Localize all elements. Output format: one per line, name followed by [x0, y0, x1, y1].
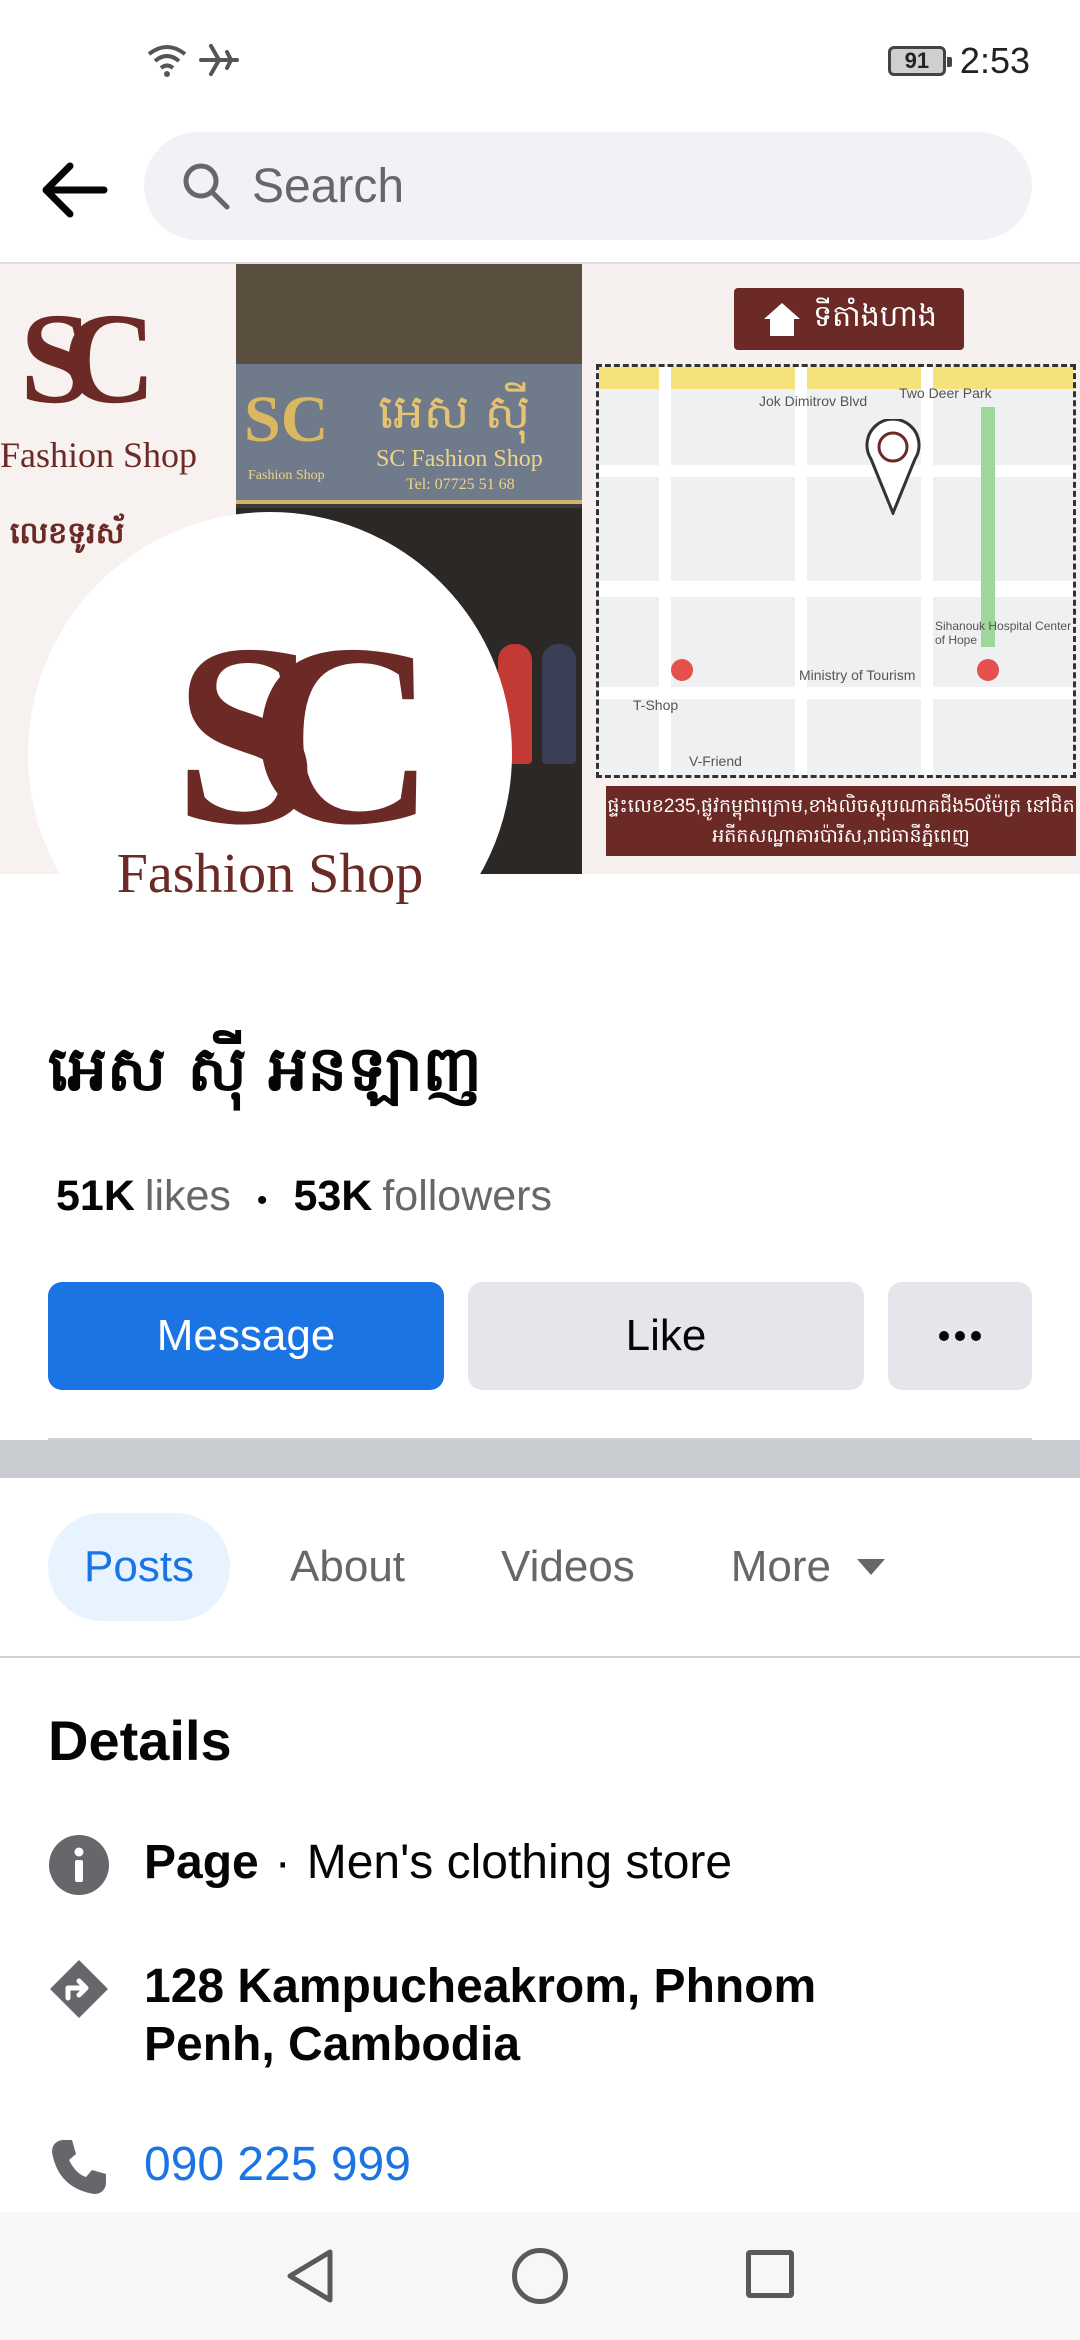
followers-label: followers: [382, 1172, 552, 1220]
tab-videos[interactable]: Videos: [501, 1513, 635, 1621]
home-icon: [764, 303, 801, 336]
logo-letters: SC: [174, 591, 419, 879]
battery-level: 91: [904, 48, 930, 73]
phone-icon: [48, 2136, 110, 2198]
store-sign: SC អេស ស៊ី SC Fashion Shop Fashion Shop …: [236, 364, 582, 504]
map-footer: ផ្ទះលេខ235,ផ្លូវកម្ពុជាក្រោម,ខាងលិចស្តុប…: [606, 786, 1076, 856]
detail-phone[interactable]: 090 225 999: [48, 2136, 411, 2198]
sc-logo: SC: [174, 591, 489, 879]
airplane-icon: [199, 44, 239, 76]
like-button-label: Like: [625, 1311, 707, 1360]
page-stats: 51K likes • 53K followers: [56, 1172, 552, 1221]
status-icons: [145, 42, 239, 78]
back-button[interactable]: [36, 152, 112, 228]
store-sign-english: SC Fashion Shop: [376, 446, 543, 472]
detail-page-text: Page · Men's clothing store: [144, 1834, 732, 1892]
caret-down-icon: [857, 1559, 886, 1575]
map-road: [795, 367, 807, 775]
map-street-2: Two Deer Park: [899, 385, 992, 401]
clock: 2:53: [959, 40, 1030, 81]
status-bar: 91 2:53: [0, 0, 1080, 130]
like-button[interactable]: Like: [468, 1282, 864, 1390]
wifi-icon: [147, 45, 187, 77]
status-right: 91 2:53: [887, 40, 1030, 82]
detail-page-category: Page · Men's clothing store: [48, 1834, 732, 1896]
tab-posts[interactable]: Posts: [48, 1513, 231, 1621]
map-center: Sihanouk Hospital Center of Hope: [935, 619, 1072, 647]
section-separator: [0, 1440, 1080, 1478]
map-park: [981, 407, 995, 647]
map-marker-icon: [671, 659, 693, 681]
top-bar: Search: [0, 130, 1080, 262]
message-button-label: Message: [156, 1311, 336, 1360]
back-arrow-icon: [42, 162, 108, 218]
cover-sc-mark: SC: [20, 287, 156, 431]
search-input[interactable]: Search: [144, 132, 1032, 240]
map-title: ទីតាំងហាង: [734, 288, 964, 350]
detail-address[interactable]: 128 Kampucheakrom, Phnom Penh, Cambodia: [48, 1958, 944, 2074]
mannequin: [542, 644, 576, 764]
tab-more-label: More: [730, 1542, 832, 1591]
cover-fashion-text: Fashion Shop: [0, 435, 198, 475]
map-street-1: Jok Dimitrov Blvd: [759, 393, 868, 409]
detail-category: Men's clothing store: [306, 1836, 733, 1889]
tabs-divider: [0, 1656, 1080, 1658]
cover-map-panel: ទីតាំងហាង Jok Dimitrov Blvd Two Deer Par…: [582, 264, 1080, 874]
map-ministry: Ministry of Tourism: [799, 667, 916, 683]
tab-about[interactable]: About: [290, 1513, 405, 1621]
battery-icon: 91: [887, 46, 952, 76]
action-buttons: Message Like: [48, 1282, 1032, 1390]
likes-count: 51K: [56, 1172, 135, 1220]
system-nav-bar: [0, 2212, 1080, 2340]
likes-label: likes: [144, 1172, 231, 1220]
store-map: Jok Dimitrov Blvd Two Deer Park Ministry…: [596, 364, 1076, 778]
more-options-button[interactable]: [888, 1282, 1032, 1390]
logo-subtitle: Fashion Shop: [116, 843, 424, 905]
map-title-text: ទីតាំងហាង: [813, 300, 937, 333]
store-sign-khmer: អេស ស៊ី: [378, 384, 531, 440]
search-icon: [183, 163, 230, 210]
message-button[interactable]: Message: [48, 1282, 444, 1390]
profile-picture[interactable]: SC Fashion Shop: [28, 512, 512, 996]
map-pin-icon: [865, 419, 921, 515]
page-title: អេស ស៊ី អនឡាញ: [48, 1032, 482, 1105]
store-sign-mark: SC: [244, 383, 329, 456]
store-sign-small-right: Tel: 07725 51 68: [406, 476, 515, 493]
tab-about-label: About: [290, 1542, 406, 1591]
nav-recents-icon[interactable]: [746, 2250, 794, 2298]
stats-separator: •: [256, 1184, 268, 1217]
tab-more[interactable]: More: [730, 1513, 886, 1621]
more-dots-icon: [939, 1331, 981, 1341]
store-ceiling: [236, 264, 582, 364]
map-road: [921, 367, 933, 775]
map-road: [659, 367, 671, 775]
nav-back-icon[interactable]: [282, 2246, 338, 2306]
detail-page-label: Page: [144, 1836, 259, 1889]
followers-count: 53K: [293, 1172, 373, 1220]
address-value: 128 Kampucheakrom, Phnom Penh, Cambodia: [144, 1960, 817, 2071]
phone-number[interactable]: 090 225 999: [144, 2136, 411, 2194]
info-icon: [48, 1834, 110, 1896]
detail-separator: ·: [274, 1836, 291, 1889]
page-tabs: Posts About Videos More: [48, 1512, 886, 1622]
map-marker-icon: [977, 659, 999, 681]
map-vfriend: V-Friend: [689, 753, 742, 769]
search-placeholder: Search: [252, 159, 405, 213]
map-tshop: T-Shop: [633, 697, 679, 713]
directions-icon: [48, 1958, 110, 2020]
tab-posts-label: Posts: [84, 1542, 195, 1591]
store-sign-small-left: Fashion Shop: [248, 468, 325, 483]
details-heading: Details: [48, 1709, 232, 1772]
detail-address-text: 128 Kampucheakrom, Phnom Penh, Cambodia: [144, 1958, 944, 2074]
tab-videos-label: Videos: [501, 1542, 635, 1591]
nav-home-icon[interactable]: [512, 2248, 568, 2304]
